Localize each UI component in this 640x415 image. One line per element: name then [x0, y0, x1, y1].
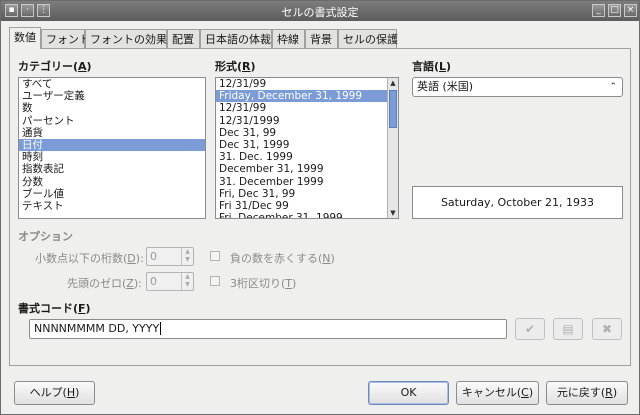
decimal-places-label: 小数点以下の桁数(D):: [35, 252, 144, 265]
leading-zeros-stepper[interactable]: 0 ▲ ▼: [146, 272, 194, 291]
scroll-down-icon[interactable]: ▼: [388, 208, 398, 218]
help-button[interactable]: ヘルプ(H): [14, 381, 95, 405]
stepper-arrows-icon[interactable]: ▲ ▼: [181, 273, 193, 290]
list-item[interactable]: Dec 31, 99: [216, 127, 398, 139]
list-item[interactable]: 時刻: [19, 151, 205, 163]
list-item[interactable]: 日付: [19, 138, 205, 152]
list-item[interactable]: すべて: [19, 78, 205, 90]
list-item[interactable]: 指数表記: [19, 163, 205, 175]
format-cells-dialog: ▪ · ⋮ セルの書式設定 _ □ × 数値 フォント フォントの効果 配置 日…: [0, 0, 640, 415]
close-icon[interactable]: ×: [624, 4, 637, 17]
list-item[interactable]: Friday, December 31, 1999: [216, 90, 398, 103]
language-label: 言語(L): [412, 60, 452, 73]
list-item[interactable]: パーセント: [19, 115, 205, 127]
minimize-icon[interactable]: _: [592, 4, 605, 17]
negative-red-checkbox[interactable]: [210, 251, 220, 261]
tab-borders[interactable]: 枠線: [272, 29, 305, 49]
window-title: セルの書式設定: [281, 6, 359, 19]
format-preview: Saturday, October 21, 1933: [412, 186, 623, 219]
scroll-up-icon[interactable]: ▲: [388, 78, 398, 88]
list-item[interactable]: 31. December 1999: [216, 176, 398, 188]
titlebar: ▪ · ⋮ セルの書式設定 _ □ ×: [1, 1, 639, 21]
scroll-thumb[interactable]: [389, 90, 397, 128]
list-item[interactable]: 分数: [19, 176, 205, 188]
tab-asian-typography[interactable]: 日本語の体裁: [200, 29, 272, 49]
leading-zeros-value: 0: [150, 275, 157, 288]
tab-font[interactable]: フォント: [41, 29, 90, 49]
tab-font-effects[interactable]: フォントの効果: [85, 29, 167, 49]
delete-code-button[interactable]: ✖: [592, 318, 622, 340]
tab-number[interactable]: 数値: [9, 27, 41, 49]
category-label: カテゴリー(A): [18, 60, 92, 73]
chevron-updown-icon: ⌃: [609, 82, 617, 92]
options-heading: オプション: [18, 230, 73, 243]
negative-red-label: 負の数を赤くする(N): [230, 252, 335, 265]
list-item[interactable]: Fri, December 31, 1999: [216, 212, 398, 218]
thousands-separator-checkbox[interactable]: [210, 276, 220, 286]
maximize-icon[interactable]: □: [608, 4, 621, 17]
format-code-input[interactable]: NNNNMMMM DD, YYYY: [29, 319, 507, 339]
delete-icon: ✖: [601, 322, 613, 336]
cancel-button[interactable]: キャンセル(C): [456, 381, 539, 405]
decimal-places-value: 0: [150, 250, 157, 263]
category-listbox[interactable]: すべて ユーザー定義数パーセント 通貨 日付 時刻 指数表記 分数 ブール値 テキスト: [18, 77, 206, 219]
format-code-label: 書式コード(F): [18, 302, 91, 315]
decimal-places-stepper[interactable]: 0 ▲ ▼: [146, 247, 194, 266]
stepper-arrows-icon[interactable]: ▲ ▼: [181, 248, 193, 265]
reset-button[interactable]: 元に戻す(R): [546, 381, 628, 405]
list-item[interactable]: ブール値: [19, 188, 205, 200]
checkmark-icon: ✔: [524, 322, 536, 336]
language-value: 英語 (米国): [417, 80, 474, 93]
format-listbox[interactable]: 12/31/99 Friday, December 31, 1999 12/31/9…: [215, 77, 399, 219]
list-item[interactable]: 12/31/1999: [216, 115, 398, 127]
list-item[interactable]: テキスト: [19, 200, 205, 212]
list-item[interactable]: Fri 31/Dec 99: [216, 200, 398, 212]
list-item[interactable]: 数: [19, 102, 205, 114]
list-item[interactable]: Dec 31, 1999: [216, 139, 398, 151]
tab-cell-protection[interactable]: セルの保護: [338, 29, 398, 49]
leading-zeros-label: 先頭のゼロ(Z):: [67, 277, 142, 290]
ok-button[interactable]: OK: [368, 381, 449, 405]
list-item[interactable]: December 31, 1999: [216, 163, 398, 175]
format-code-value: NNNNMMMM DD, YYYY: [34, 322, 160, 335]
list-item[interactable]: 通貨: [19, 127, 205, 139]
text-cursor: [160, 322, 162, 335]
thousands-separator-label: 3桁区切り(T): [230, 277, 297, 290]
format-scrollbar[interactable]: ▲ ▼: [387, 78, 398, 218]
preview-text: Saturday, October 21, 1933: [440, 196, 595, 209]
language-dropdown[interactable]: 英語 (米国) ⌃: [412, 77, 623, 97]
list-item[interactable]: Fri, Dec 31, 99: [216, 188, 398, 200]
list-item[interactable]: 12/31/99: [216, 78, 398, 90]
number-tab-panel: カテゴリー(A) すべて ユーザー定義数パーセント 通貨 日付 時刻 指数表記 分数 ブール値…: [9, 48, 631, 366]
add-comment-button[interactable]: ▤: [553, 318, 583, 340]
list-item[interactable]: ユーザー定義: [19, 90, 205, 102]
list-item[interactable]: 31. Dec. 1999: [216, 151, 398, 163]
tab-background[interactable]: 背景: [305, 29, 338, 49]
format-label: 形式(R): [215, 60, 256, 73]
accept-code-button[interactable]: ✔: [515, 318, 545, 340]
comment-icon: ▤: [562, 322, 574, 336]
list-item[interactable]: 12/31/99: [216, 102, 398, 114]
tab-alignment[interactable]: 配置: [167, 29, 200, 49]
